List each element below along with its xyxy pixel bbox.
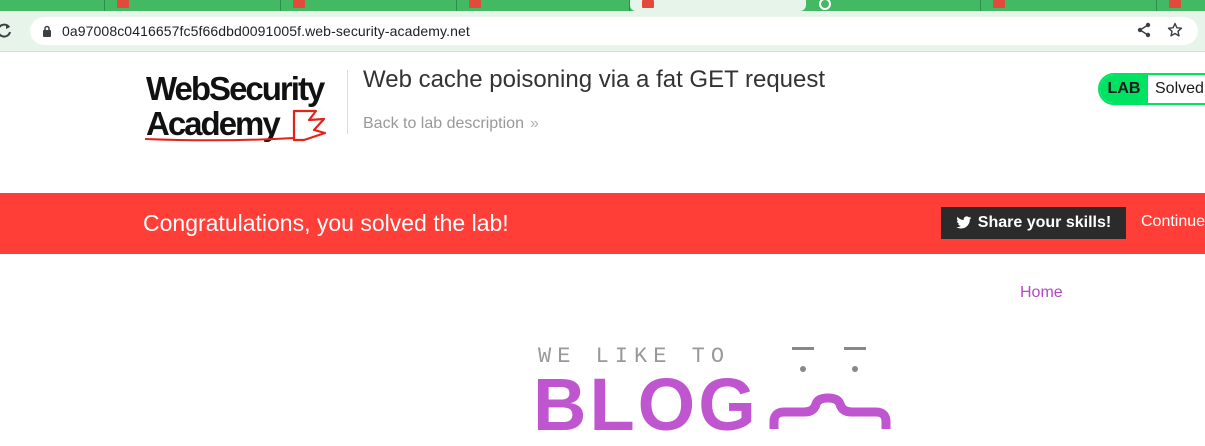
lab-badge-label: LAB [1100, 75, 1148, 103]
twitter-icon [956, 216, 972, 229]
share-your-skills-button[interactable]: Share your skills! [941, 207, 1126, 239]
share-icon[interactable] [1136, 22, 1152, 38]
back-link-label: Back to lab description [363, 115, 524, 132]
browser-tab[interactable] [807, 0, 981, 11]
browser-tab[interactable] [981, 0, 1157, 11]
tab-favicon-icon [117, 0, 129, 8]
lab-status-badge: LAB Solved [1098, 73, 1205, 105]
logo-text-line1: WebSecurity [146, 70, 325, 107]
continue-link[interactable]: Continue [1141, 213, 1205, 231]
back-to-lab-description-link[interactable]: Back to lab description » [363, 115, 539, 133]
address-bar[interactable]: 0a97008c0416657fc5f66dbd0091005f.web-sec… [30, 17, 1198, 45]
reload-icon[interactable] [0, 21, 14, 41]
tab-favicon-icon [819, 0, 831, 10]
browser-tab-active[interactable] [630, 0, 806, 11]
browser-toolbar: 0a97008c0416657fc5f66dbd0091005f.web-sec… [0, 11, 1205, 52]
lock-icon[interactable] [42, 25, 52, 37]
tab-favicon-icon [993, 0, 1005, 8]
lab-status-text: Solved [1155, 80, 1204, 97]
header-divider [347, 70, 348, 134]
share-button-label: Share your skills! [977, 214, 1112, 231]
star-icon[interactable] [1167, 22, 1183, 38]
tab-favicon-icon [293, 0, 305, 8]
browser-tab[interactable] [457, 0, 630, 11]
browser-tab[interactable] [105, 0, 281, 11]
logo-lightning-icon [144, 109, 327, 142]
double-chevron-right-icon: » [529, 115, 539, 132]
url-text[interactable]: 0a97008c0416657fc5f66dbd0091005f.web-sec… [62, 23, 470, 39]
lab-title: Web cache poisoning via a fat GET reques… [363, 66, 826, 93]
browser-tab-strip [0, 0, 1205, 11]
blog-title: BLOG [533, 363, 759, 446]
tab-favicon-icon [469, 0, 481, 8]
nav-home-link[interactable]: Home [1020, 284, 1063, 302]
solved-banner: Congratulations, you solved the lab! Sha… [0, 193, 1205, 254]
blog-face-icon [769, 347, 891, 429]
browser-tab[interactable] [0, 0, 105, 11]
tab-favicon-icon [642, 0, 654, 8]
congratulations-message: Congratulations, you solved the lab! [143, 210, 509, 236]
browser-tab[interactable] [281, 0, 457, 11]
browser-tab[interactable] [1157, 0, 1205, 11]
tab-favicon-icon [1169, 0, 1181, 8]
web-security-academy-logo[interactable]: WebSecurity Academy [144, 70, 344, 145]
